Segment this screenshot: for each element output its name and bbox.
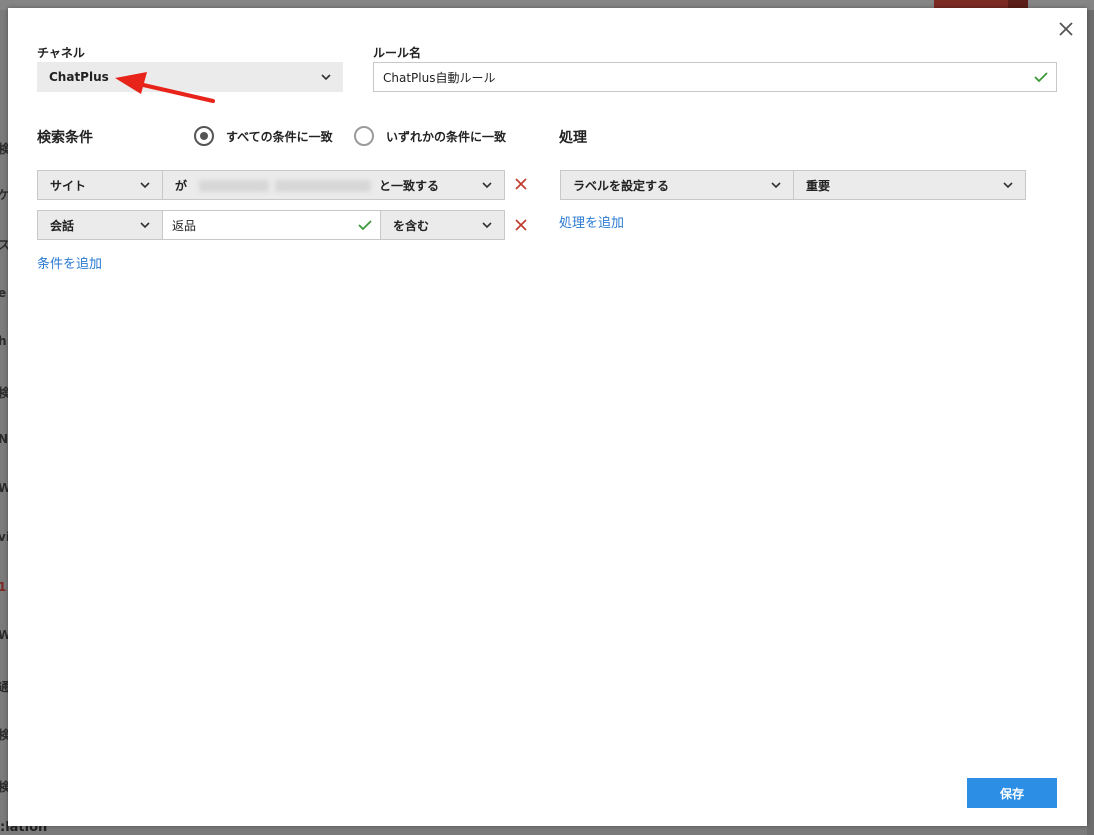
- remove-icon[interactable]: [515, 178, 527, 190]
- rule-editor-modal: チャネル ChatPlus ルール名 ChatPlus自動ルール 検索条件 すべ…: [8, 8, 1087, 826]
- background-text-fragment: 検: [0, 780, 8, 794]
- background-text-fragment: W: [0, 628, 8, 642]
- close-icon: [1059, 22, 1073, 36]
- background-text-fragment: N: [0, 432, 8, 446]
- background-sidebar-strip: [0, 10, 8, 835]
- condition-operator-select[interactable]: を含む: [380, 210, 505, 240]
- condition-operator-value: と一致する: [379, 178, 440, 193]
- match-all-label: すべての条件に一致: [226, 129, 333, 144]
- conditions-title: 検索条件: [37, 130, 93, 146]
- match-any-radio[interactable]: いずれかの条件に一致: [354, 126, 506, 146]
- action-type-value: ラベルを設定する: [573, 178, 670, 193]
- background-text-fragment: e: [0, 286, 7, 300]
- add-condition-link[interactable]: 条件を追加: [37, 253, 102, 272]
- condition-field-value: 会話: [50, 218, 75, 233]
- actions-title: 処理: [559, 130, 587, 146]
- condition-value-select[interactable]: が と一致する: [162, 170, 505, 200]
- chevron-down-icon: [140, 182, 150, 189]
- match-all-radio[interactable]: すべての条件に一致: [194, 126, 333, 146]
- check-icon: [358, 220, 372, 231]
- action-type-select[interactable]: ラベルを設定する: [560, 170, 794, 200]
- match-any-label: いずれかの条件に一致: [386, 129, 507, 144]
- action-value-select[interactable]: 重要: [793, 170, 1026, 200]
- condition-field-select[interactable]: 会話: [37, 210, 163, 240]
- condition-operator-value: を含む: [393, 218, 430, 233]
- radio-button-checked: [194, 126, 214, 146]
- rule-name-label: ルール名: [373, 46, 422, 60]
- channel-select-value: ChatPlus: [49, 70, 109, 84]
- background-text-fragment: ス: [0, 238, 8, 252]
- condition-value-prefix: が: [175, 178, 188, 193]
- condition-field-value: サイト: [50, 178, 87, 193]
- blurred-site-name: [199, 180, 269, 192]
- channel-label: チャネル: [37, 46, 85, 60]
- rule-name-value: ChatPlus自動ルール: [383, 70, 496, 85]
- annotation-arrow-icon: [115, 72, 215, 103]
- condition-keyword-value: 返品: [172, 218, 197, 233]
- condition-keyword-input[interactable]: 返品: [162, 210, 381, 240]
- check-icon: [1034, 72, 1048, 83]
- save-button[interactable]: 保存: [967, 778, 1057, 808]
- background-text-fragment: 通: [0, 680, 8, 694]
- chevron-down-icon: [140, 222, 150, 229]
- background-text-fragment: W: [0, 481, 8, 495]
- background-text-fragment: 検: [0, 142, 8, 156]
- background-text-fragment: 検: [0, 728, 8, 742]
- condition-field-select[interactable]: サイト: [37, 170, 163, 200]
- chevron-down-icon: [321, 74, 331, 81]
- background-text-fragment: h: [0, 334, 7, 348]
- background-text-fragment: vi: [0, 530, 8, 544]
- remove-icon[interactable]: [515, 219, 527, 231]
- chevron-down-icon: [482, 182, 492, 189]
- add-action-link[interactable]: 処理を追加: [559, 212, 624, 231]
- background-text-fragment: 検: [0, 386, 8, 400]
- chevron-down-icon: [482, 222, 492, 229]
- chevron-down-icon: [1003, 182, 1013, 189]
- rule-name-input[interactable]: ChatPlus自動ルール: [373, 62, 1057, 92]
- radio-button-unchecked: [354, 126, 374, 146]
- blurred-site-url: [275, 180, 371, 192]
- background-right-strip: [1087, 10, 1094, 835]
- background-text-fragment: ケ: [0, 188, 8, 202]
- close-button[interactable]: [1057, 20, 1075, 38]
- background-text-fragment: 1: [0, 580, 7, 594]
- chevron-down-icon: [771, 182, 781, 189]
- action-value-value: 重要: [806, 178, 831, 193]
